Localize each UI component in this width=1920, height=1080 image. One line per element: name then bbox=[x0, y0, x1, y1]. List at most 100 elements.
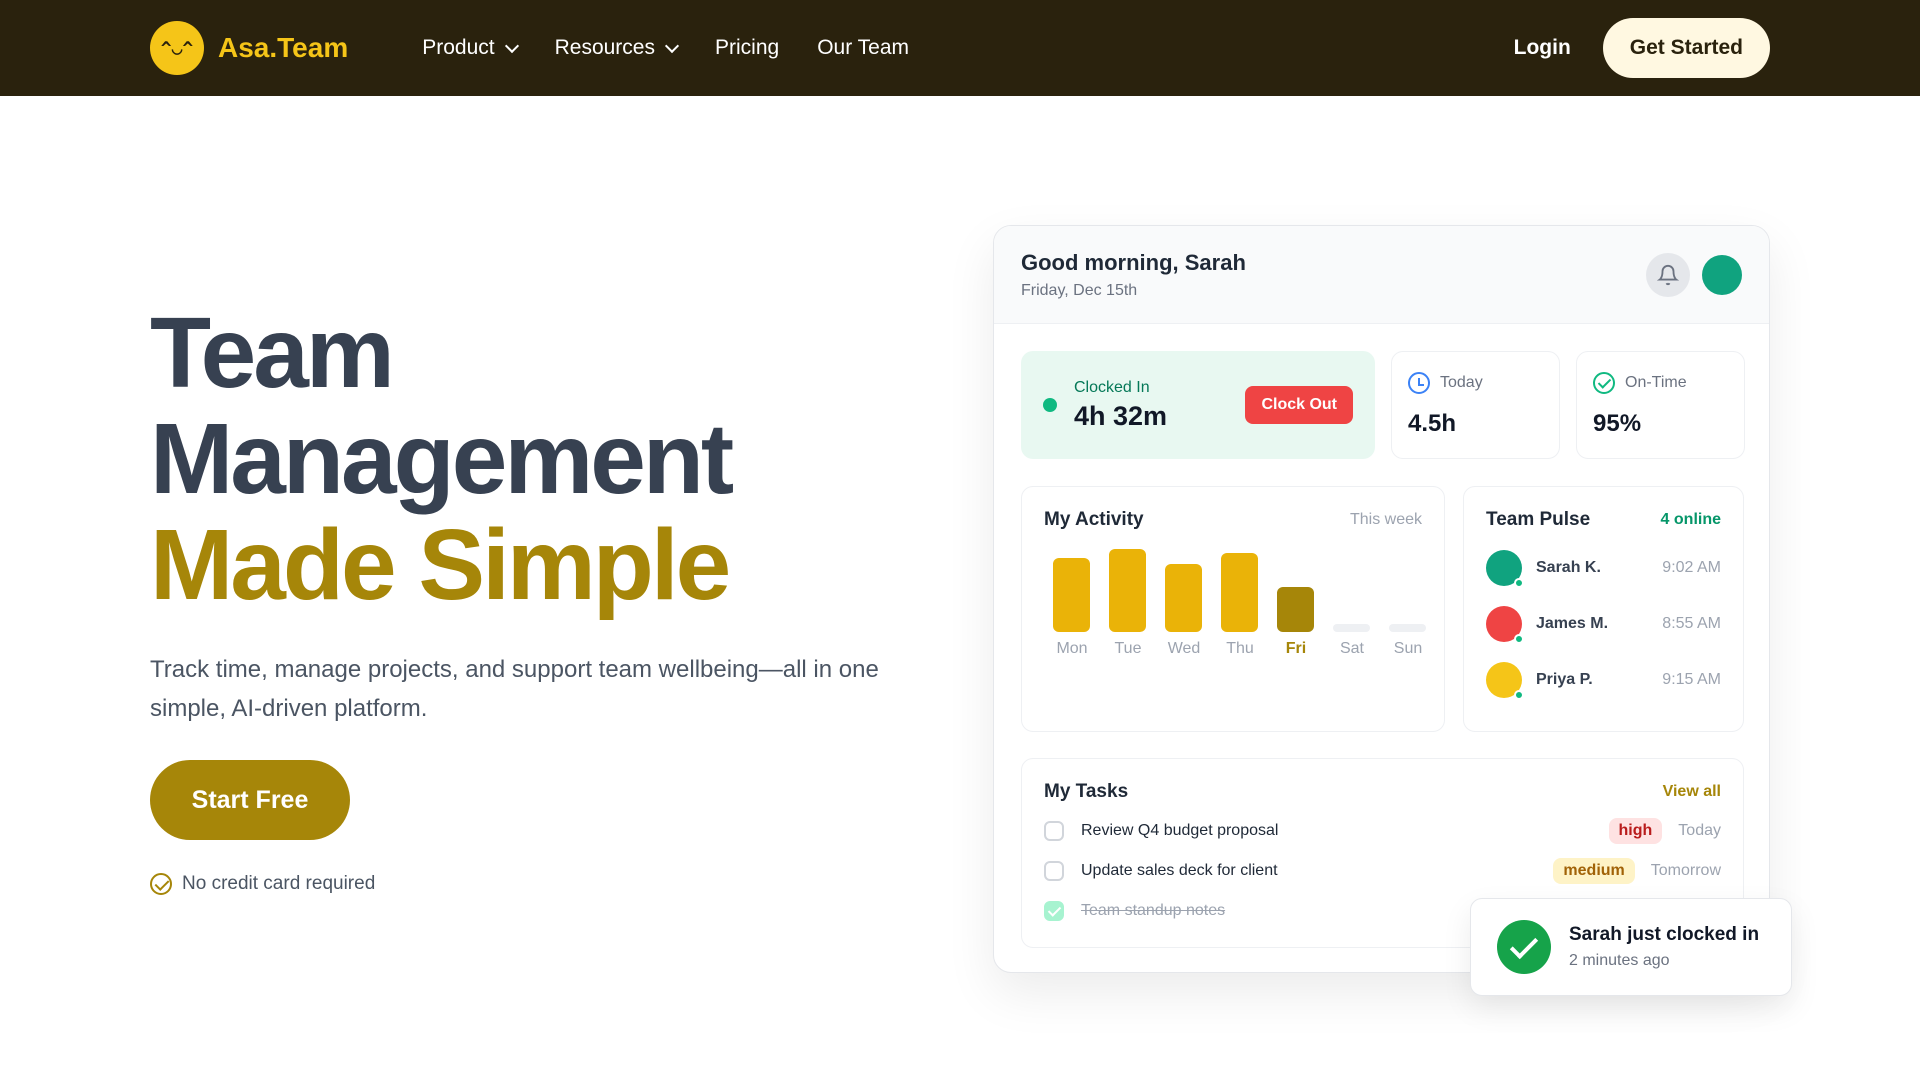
activity-bar-thu bbox=[1221, 553, 1258, 632]
activity-range: This week bbox=[1349, 511, 1422, 528]
clocked-in-label: Clocked In bbox=[1074, 378, 1150, 396]
activity-bar-chart: Mon Tue Wed Thu Fri Sat Sun bbox=[1044, 542, 1426, 657]
clocked-in-time: 4h 32m bbox=[1074, 400, 1168, 431]
hero-subtitle: Track time, manage projects, and support… bbox=[150, 656, 879, 722]
activity-bar-fri bbox=[1277, 587, 1314, 632]
day-label-tue: Tue bbox=[1114, 640, 1142, 657]
check-circle-icon bbox=[150, 873, 172, 895]
online-dot-icon bbox=[1514, 690, 1524, 700]
bell-icon bbox=[1657, 264, 1679, 285]
online-dot-icon bbox=[1514, 578, 1524, 588]
day-label-sun: Sun bbox=[1393, 640, 1423, 657]
hero-title: Team Management Made Simple bbox=[150, 297, 734, 621]
check-circle-icon bbox=[1593, 372, 1615, 394]
member-clock-time: 9:15 AM bbox=[1662, 671, 1721, 688]
brand-name: Asa.Team bbox=[218, 32, 349, 63]
member-name: Sarah K. bbox=[1536, 559, 1601, 576]
avatar bbox=[1486, 550, 1524, 588]
status-dot-icon bbox=[1043, 398, 1057, 412]
member-name: James M. bbox=[1536, 615, 1609, 632]
activity-bar-wed bbox=[1165, 564, 1202, 632]
toast-title: Sarah just clocked in bbox=[1569, 924, 1760, 945]
member-clock-time: 9:02 AM bbox=[1662, 559, 1721, 576]
team-member[interactable]: Sarah K. 9:02 AM bbox=[1486, 549, 1721, 588]
hero-title-line2: Management bbox=[150, 403, 734, 515]
member-clock-time: 8:55 AM bbox=[1662, 615, 1721, 632]
activity-bar-mon bbox=[1053, 558, 1090, 632]
task-label: Update sales deck for client bbox=[1081, 862, 1278, 879]
day-label-fri: Fri bbox=[1285, 640, 1307, 657]
stat-today: Today 4.5h bbox=[1391, 351, 1560, 459]
team-member[interactable]: Priya P. 9:15 AM bbox=[1486, 661, 1721, 700]
login-link[interactable]: Login bbox=[1514, 36, 1571, 60]
stat-on-time: On-Time 95% bbox=[1576, 351, 1745, 459]
team-pulse-panel: Team Pulse 4 online Sarah K. 9:02 AM Jam… bbox=[1463, 486, 1744, 732]
nav-resources[interactable]: Resources bbox=[554, 36, 680, 60]
stat-on-time-label: On-Time bbox=[1625, 374, 1687, 391]
greeting: Good morning, Sarah bbox=[1021, 249, 1246, 275]
nav-our-team-label: Our Team bbox=[817, 36, 910, 59]
header-icons bbox=[1646, 252, 1742, 297]
member-name: Priya P. bbox=[1536, 671, 1593, 688]
notifications-button[interactable] bbox=[1646, 252, 1690, 297]
user-avatar[interactable] bbox=[1702, 254, 1742, 295]
day-label-mon: Mon bbox=[1056, 640, 1088, 657]
tasks-title: My Tasks bbox=[1044, 781, 1129, 802]
dashboard-preview-card: Good morning, Sarah Friday, Dec 15th Clo… bbox=[993, 225, 1770, 973]
view-all-link[interactable]: View all bbox=[1663, 783, 1721, 801]
clocked-in-card: Clocked In 4h 32m Clock Out bbox=[1021, 351, 1375, 459]
nav-links: Product Resources Pricing Our Team bbox=[422, 36, 909, 60]
task-item: Update sales deck for client medium Tomo… bbox=[1044, 858, 1721, 884]
nav-right: Login Get Started bbox=[1514, 18, 1770, 78]
online-count: 4 online bbox=[1660, 511, 1721, 528]
nav-pricing[interactable]: Pricing bbox=[715, 36, 779, 60]
hero-title-line3: Made Simple bbox=[150, 509, 731, 621]
clock-icon bbox=[1408, 372, 1430, 394]
current-date: Friday, Dec 15th bbox=[1021, 281, 1138, 299]
avatar bbox=[1486, 662, 1524, 700]
activity-title: My Activity bbox=[1044, 509, 1144, 530]
task-label: Review Q4 budget proposal bbox=[1081, 822, 1279, 839]
day-label-sat: Sat bbox=[1339, 640, 1364, 657]
top-navbar: ^◡^ Asa.Team Product Resources Pricing O… bbox=[0, 0, 1920, 96]
activity-bar-tue bbox=[1109, 549, 1146, 632]
online-dot-icon bbox=[1514, 634, 1524, 644]
activity-bar-sun bbox=[1389, 624, 1426, 632]
no-credit-card-text: No credit card required bbox=[182, 873, 376, 894]
chevron-down-icon bbox=[664, 38, 680, 53]
chevron-down-icon bbox=[504, 38, 519, 53]
nav-pricing-label: Pricing bbox=[714, 36, 780, 59]
task-due: Today bbox=[1678, 822, 1721, 839]
stat-on-time-value: 95% bbox=[1593, 410, 1642, 437]
my-activity-panel: My Activity This week Mon Tue Wed Thu Fri Sat… bbox=[1021, 486, 1445, 732]
clock-in-toast[interactable]: Sarah just clocked in 2 minutes ago bbox=[1470, 898, 1792, 996]
no-credit-card-note: No credit card required bbox=[150, 873, 375, 895]
start-free-button[interactable]: Start Free bbox=[150, 760, 350, 840]
hero-title-line1: Team bbox=[150, 297, 395, 409]
get-started-button[interactable]: Get Started bbox=[1602, 18, 1770, 78]
logo-icon: ^◡^ bbox=[150, 21, 204, 75]
task-item: Review Q4 budget proposal high Today bbox=[1044, 818, 1721, 844]
clock-out-button[interactable]: Clock Out bbox=[1245, 386, 1353, 424]
task-checkbox[interactable] bbox=[1044, 821, 1064, 841]
team-pulse-title: Team Pulse bbox=[1486, 509, 1591, 530]
nav-our-team[interactable]: Our Team bbox=[817, 36, 909, 60]
task-due: Tomorrow bbox=[1650, 862, 1721, 879]
nav-resources-label: Resources bbox=[554, 36, 655, 59]
activity-bar-sat bbox=[1333, 624, 1370, 632]
task-label: Team standup notes bbox=[1081, 902, 1226, 919]
team-member[interactable]: James M. 8:55 AM bbox=[1486, 605, 1721, 644]
task-checkbox-checked[interactable] bbox=[1044, 901, 1064, 921]
brand[interactable]: ^◡^ Asa.Team bbox=[150, 21, 348, 75]
priority-badge: high bbox=[1608, 818, 1663, 844]
task-checkbox[interactable] bbox=[1044, 861, 1064, 881]
nav-product[interactable]: Product bbox=[422, 36, 519, 60]
toast-subtitle: 2 minutes ago bbox=[1569, 952, 1670, 969]
stat-today-value: 4.5h bbox=[1408, 410, 1457, 437]
priority-badge: medium bbox=[1553, 858, 1635, 884]
stat-today-label: Today bbox=[1440, 374, 1483, 391]
nav-product-label: Product bbox=[422, 36, 495, 59]
stats-row: Clocked In 4h 32m Clock Out Today 4.5h O… bbox=[1021, 351, 1745, 459]
check-icon bbox=[1497, 920, 1551, 974]
day-label-wed: Wed bbox=[1167, 640, 1201, 657]
